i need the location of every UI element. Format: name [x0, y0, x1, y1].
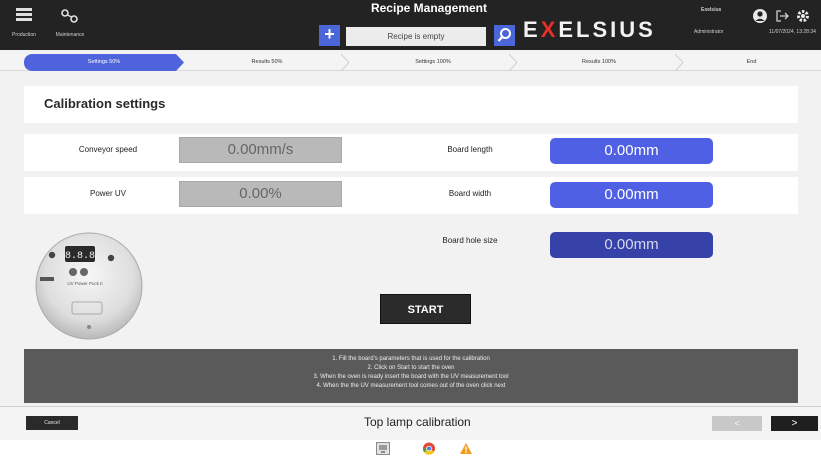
next-button[interactable]: > — [771, 416, 818, 431]
production-button[interactable]: Production — [2, 4, 46, 46]
instruction-line: 1. Fill the board's parameters that is u… — [332, 356, 490, 362]
step-separator — [508, 54, 518, 71]
conveyor-speed-field: 0.00mm/s — [179, 137, 342, 163]
production-label: Production — [12, 32, 36, 38]
conveyor-speed-label: Conveyor speed — [78, 145, 138, 154]
app-window: Production Maintenance Recipe Management… — [0, 0, 821, 457]
search-recipe-button[interactable] — [494, 25, 515, 46]
cancel-button[interactable]: Cancel — [26, 416, 78, 430]
instruction-line: 4. When the the UV measurement tool come… — [316, 383, 506, 389]
menu-icon — [13, 8, 35, 26]
board-hole-size-input[interactable]: 0.00mm — [550, 232, 713, 258]
monitor-icon[interactable] — [376, 442, 390, 455]
power-uv-field: 0.00% — [179, 181, 342, 207]
recipe-select-field[interactable]: Recipe is empty — [346, 27, 486, 46]
maintenance-button[interactable]: Maintenance — [48, 4, 92, 46]
step-separator — [340, 54, 350, 71]
footer-title: Top lamp calibration — [364, 415, 471, 429]
progress-steps: Settings 50% Results 50% Settings 100% R… — [0, 54, 821, 71]
user-role: Administrator — [694, 29, 724, 35]
search-icon — [497, 28, 511, 42]
step-end: End — [746, 59, 757, 65]
step-settings-50: Settings 50% — [24, 54, 184, 71]
svg-text:UV Power Puck II: UV Power Puck II — [67, 281, 102, 286]
power-uv-label: Power UV — [89, 189, 126, 198]
instruction-line: 2. Click on Start to start the oven — [367, 365, 455, 371]
status-icon-bar — [0, 440, 821, 457]
logout-icon[interactable] — [774, 8, 790, 24]
settings-nodes-icon — [61, 9, 78, 23]
add-recipe-button[interactable]: + — [319, 25, 340, 46]
user-icon[interactable] — [752, 8, 768, 24]
section-title: Calibration settings — [44, 96, 166, 111]
brand-logo: EXELSIUS — [523, 17, 656, 42]
chrome-icon[interactable] — [422, 442, 436, 455]
page-title: Recipe Management — [370, 1, 488, 15]
board-width-label: Board width — [448, 189, 492, 198]
datetime: 11/07/2024, 13:28:34 — [769, 29, 816, 35]
board-length-label: Board length — [447, 145, 493, 154]
user-name: Exelsius — [701, 7, 722, 13]
instructions-panel: 1. Fill the board's parameters that is u… — [24, 349, 798, 403]
plus-icon: + — [324, 24, 335, 44]
uv-power-puck-image: 8.8.8 UV Power Puck II — [35, 232, 143, 340]
svg-text:8.8.8: 8.8.8 — [65, 251, 95, 262]
previous-button[interactable]: < — [712, 416, 762, 431]
warning-icon[interactable] — [459, 442, 473, 455]
board-width-input[interactable]: 0.00mm — [550, 182, 713, 208]
step-separator — [674, 54, 684, 71]
step-settings-100: Settings 100% — [415, 59, 451, 65]
top-bar: Production Maintenance Recipe Management… — [0, 0, 821, 50]
step-results-100: Results 100% — [582, 59, 616, 65]
start-button[interactable]: START — [380, 294, 471, 324]
board-hole-size-label: Board hole size — [442, 236, 498, 245]
gear-icon[interactable] — [795, 8, 811, 24]
instruction-line: 3. When the oven is ready insert the boa… — [313, 374, 509, 380]
step-results-50: Results 50% — [251, 59, 283, 65]
maintenance-label: Maintenance — [55, 32, 85, 38]
board-length-input[interactable]: 0.00mm — [550, 138, 713, 164]
